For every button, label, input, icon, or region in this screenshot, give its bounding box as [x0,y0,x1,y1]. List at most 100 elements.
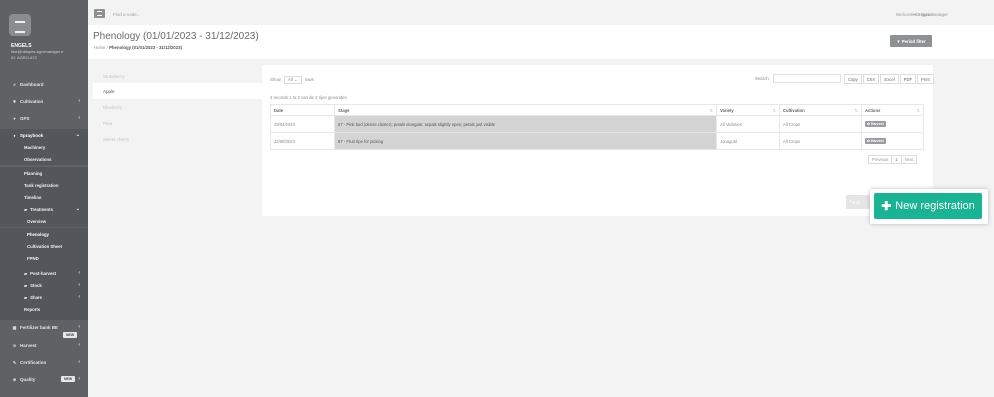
chevron-left-icon: ‹ [78,342,80,348]
sidebar-item-cultivation[interactable]: ❦ Cultivation ‹ [0,95,88,107]
signout-icon: ➜ [912,12,917,17]
sidebar: ENGELS fast@ubispes.agromanager.e ID: AG… [0,0,88,397]
table-row[interactable]: 28/04/2023 57 - Pink bud (dense cluster)… [270,115,924,133]
chevron-left-icon: ‹ [78,376,80,382]
cell-variety: Jonagold [716,132,780,150]
table-row[interactable]: 22/08/2023 87 - Fruit ripe for picking J… [270,132,924,150]
search-label: Search: [755,76,770,81]
column-header-variety[interactable]: Variety ⇅ [716,104,780,116]
previous-page-button[interactable]: Previous [868,155,893,164]
cell-date: 28/04/2023 [270,115,335,133]
sidebar-subitem-tank-registration[interactable]: Tank registration [0,179,88,191]
sidebar-subitem-post-harvest[interactable]: ▰ Post-harvest ‹ [0,267,88,279]
tab-blueberry[interactable]: Blueberry [93,99,262,115]
folder-icon: ▰ [24,270,28,276]
new-badge: NEW [61,376,76,382]
tab-pear[interactable]: Pear [93,115,262,131]
grid-icon: ▦ [12,324,17,330]
sidebar-subitem-cultivation-sheet[interactable]: Cultivation Sheet [0,240,88,252]
sidebar-subitem-share[interactable]: ▰ Share ‹ [0,291,88,303]
csv-button[interactable]: CSV [862,74,880,84]
sidebar-subitem-timeline[interactable]: Timeline [0,191,88,203]
sidebar-subitem-reports[interactable]: Reports [0,303,88,315]
sidebar-subitem-planning[interactable]: Planning [0,167,88,179]
sidebar-subitem-fpnd[interactable]: FPND [0,252,88,264]
leaf-icon: ✿ [867,122,870,126]
column-header-cultivation[interactable]: Cultivation ⇅ [779,104,862,116]
sidebar-subitem-stock[interactable]: ▰ Stock ‹ [0,279,88,291]
chevron-left-icon: ‹ [78,282,80,288]
chevron-left-icon: ‹ [78,324,80,330]
hash-icon: # [13,81,16,87]
cell-variety: All Varieties [716,115,780,133]
crop-tabs: Strawberry Apple Blueberry Pear Sweet ch… [93,65,262,215]
show-entries: Show All ⌄ rows [270,76,314,84]
chevron-left-icon: ‹ [78,115,80,121]
page-title: Phenology (01/01/2023 - 31/12/2023) [93,31,259,42]
cell-cultivation: All Crops [779,115,862,133]
next-page-button[interactable]: Next [900,155,918,164]
sidebar-item-gps[interactable]: ♥ GPS ‹ [0,112,88,124]
sort-icon: ⇅ [916,107,920,113]
sidebar-item-spraybook[interactable]: ♦ Spraybook ⌄ [0,129,88,141]
tab-sweet-cherry[interactable]: Sweet cherry [93,131,262,147]
sort-icon: ⇅ [772,107,776,113]
breadcrumb-current: Phenology (01/01/2023 - 31/12/2023) [109,45,182,50]
folder-icon: ▰ [24,206,28,212]
signout-link[interactable]: ➜ Signout [913,12,933,18]
sidebar-item-label: Spraybook [20,132,44,138]
folder-icon: ▰ [24,294,28,300]
sidebar-subitem-phenology[interactable]: Phenology [0,228,88,240]
print-button[interactable]: Print [917,74,934,84]
topbar: Find a node... Welcome to Agromanager ➜ … [88,0,994,25]
breadcrumb: Home / Phenology (01/01/2023 - 31/12/202… [94,45,182,50]
cell-stage: 57 - Pink bud (dense cluster): petals el… [334,115,717,133]
cell-cultivation: All Crops [779,132,862,150]
breadcrumb-home[interactable]: Home [94,45,105,50]
harvest-button[interactable]: ✿ Harvest [865,121,886,127]
sidebar-item-label: GPS [20,115,30,121]
sidebar-subitem-overview[interactable]: Overview [0,215,88,227]
profile-email: fast@ubispes.agromanager.e [11,49,64,54]
profile-id: ID: AGRO-672 [11,55,37,60]
edit-button[interactable]: ✎ Edit [846,195,872,209]
sidebar-item-dashboard[interactable]: # Dashboard [0,78,88,90]
node-search-input[interactable]: Find a node... [113,12,141,17]
entries-select[interactable]: All ⌄ [283,76,302,84]
harvest-button[interactable]: ✿ Harvest [865,138,886,144]
tab-strawberry[interactable]: Strawberry [93,68,262,84]
sidebar-item-harvest[interactable]: ⊙ Harvest ‹ [0,339,88,351]
table-search-input[interactable] [773,74,841,83]
column-header-actions: Actions ⇅ [861,104,924,116]
export-buttons: Copy CSV Excel PDF Print [844,74,935,84]
leaf-icon: ❦ [12,98,17,104]
plus-icon: ✚ [881,199,892,213]
column-header-date[interactable]: Date [270,104,335,116]
chevron-left-icon: ‹ [78,270,80,276]
table-info: 2 records 1 to 2 van de 2 rijen gevonden [270,95,347,100]
column-header-stage[interactable]: Stage ⇅ [334,104,717,116]
app-logo-icon[interactable] [9,14,31,36]
quality-icon: ⊕ [12,376,17,382]
page-header: Phenology (01/01/2023 - 31/12/2023) Home… [88,25,994,59]
sidebar-subitem-treatments[interactable]: ▰ Treatments ⌄ [0,203,88,215]
harvest-icon: ⊙ [12,342,17,348]
drop-icon: ♦ [13,132,16,138]
new-registration-button[interactable]: ✚ New registration [874,193,982,219]
excel-button[interactable]: Excel [880,74,899,84]
sidebar-subitem-machinery[interactable]: Machinery [0,141,88,153]
chevron-down-icon: ⌄ [75,132,80,138]
folder-icon: ▰ [24,282,28,288]
pdf-button[interactable]: PDF [899,74,917,84]
certificate-icon: ✎ [12,359,17,365]
menu-icon[interactable] [94,9,105,18]
sidebar-subitem-observations[interactable]: Observations [0,153,88,165]
sidebar-spacer [0,315,88,320]
chevron-left-icon: ‹ [78,98,80,104]
sidebar-item-certification[interactable]: ✎ Certification ‹ [0,356,88,368]
tab-apple[interactable]: Apple [93,83,262,99]
sort-icon: ⇅ [854,107,858,113]
copy-button[interactable]: Copy [844,74,862,84]
period-filter-button[interactable]: ▼ Period filter [890,35,932,47]
cell-actions: ✿ Harvest [861,115,924,133]
